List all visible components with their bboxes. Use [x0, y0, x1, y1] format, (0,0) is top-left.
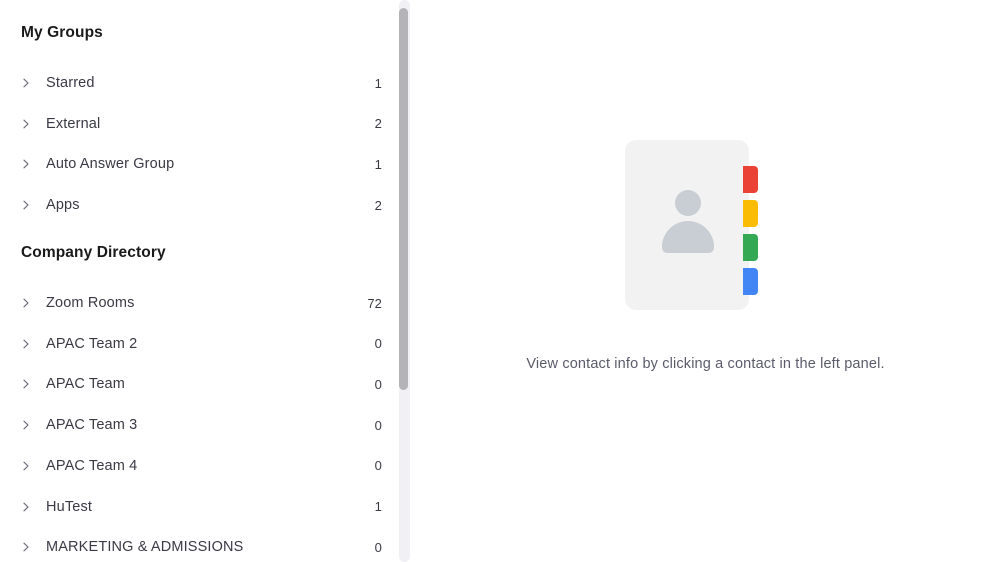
- group-label: Zoom Rooms: [46, 295, 135, 311]
- group-row[interactable]: Starred 1: [0, 69, 398, 97]
- group-label: APAC Team: [46, 376, 125, 393]
- group-member-count: 0: [374, 417, 382, 433]
- group-member-count: 1: [374, 75, 382, 91]
- group-member-count: 2: [374, 116, 382, 132]
- card-tab-yellow-icon: [742, 200, 758, 227]
- group-row[interactable]: APAC Team 4 0: [0, 452, 398, 480]
- group-row[interactable]: External 2: [0, 110, 398, 138]
- chevron-right-icon[interactable]: [20, 338, 32, 350]
- group-row[interactable]: Apps 2: [0, 191, 398, 219]
- group-row[interactable]: HuTest 1: [0, 493, 398, 521]
- chevron-right-icon[interactable]: [20, 77, 32, 89]
- person-icon: [660, 190, 716, 256]
- group-row[interactable]: APAC Team 2 0: [0, 330, 398, 358]
- chevron-right-icon[interactable]: [20, 460, 32, 472]
- group-member-count: 2: [374, 197, 382, 213]
- group-label: Apps: [46, 197, 80, 214]
- group-member-count: 72: [367, 295, 382, 311]
- empty-state: View contact info by clicking a contact …: [411, 140, 1000, 372]
- group-member-count: 1: [374, 499, 382, 514]
- chevron-right-icon[interactable]: [20, 199, 32, 211]
- empty-state-message: View contact info by clicking a contact …: [526, 356, 885, 372]
- chevron-right-icon[interactable]: [20, 297, 32, 309]
- group-row[interactable]: APAC Team 3 0: [0, 411, 398, 439]
- group-label: APAC Team 3: [46, 417, 138, 434]
- chevron-right-icon[interactable]: [20, 158, 32, 170]
- chevron-right-icon[interactable]: [20, 419, 32, 431]
- group-member-count: 0: [374, 376, 382, 392]
- chevron-right-icon[interactable]: [20, 118, 32, 130]
- group-label: MARKETING & ADMISSIONS: [46, 539, 244, 556]
- group-label: External: [46, 115, 101, 132]
- group-label: Starred: [46, 75, 95, 91]
- group-label: HuTest: [46, 498, 93, 515]
- group-list[interactable]: My Groups Starred 1 External 2 Auto Answer Gr…: [0, 0, 398, 562]
- group-member-count: 1: [374, 156, 382, 172]
- section-header-company-directory: Company Directory: [21, 244, 166, 261]
- group-member-count: 0: [374, 539, 382, 555]
- card-tab-red-icon: [742, 166, 758, 193]
- card-tab-green-icon: [742, 234, 758, 261]
- group-member-count: 0: [374, 458, 382, 474]
- group-member-count: 0: [374, 336, 382, 352]
- group-row[interactable]: Auto Answer Group 1: [0, 150, 398, 178]
- group-row[interactable]: MARKETING & ADMISSIONS 0: [0, 533, 398, 561]
- contact-card-icon: [624, 140, 775, 320]
- chevron-right-icon[interactable]: [20, 501, 32, 513]
- person-body-shape: [661, 221, 714, 253]
- person-head-shape: [674, 190, 701, 216]
- section-header-my-groups: My Groups: [21, 24, 103, 41]
- chevron-right-icon[interactable]: [20, 541, 32, 553]
- contact-card-tabs: [742, 166, 758, 296]
- group-label: APAC Team 2: [46, 335, 138, 352]
- group-label: Auto Answer Group: [46, 156, 175, 173]
- chevron-right-icon[interactable]: [20, 378, 32, 390]
- contacts-page: My Groups Starred 1 External 2 Auto Answer Gr…: [0, 0, 1000, 562]
- card-tab-blue-icon: [742, 268, 758, 295]
- sidebar-scrollbar[interactable]: [398, 0, 411, 562]
- contact-detail-panel: View contact info by clicking a contact …: [411, 0, 1000, 562]
- group-row[interactable]: APAC Team 0: [0, 370, 398, 398]
- group-row[interactable]: Zoom Rooms 72: [0, 289, 398, 317]
- sidebar-scrollbar-thumb[interactable]: [399, 8, 408, 390]
- group-label: APAC Team 4: [46, 457, 138, 474]
- groups-sidebar: My Groups Starred 1 External 2 Auto Answer Gr…: [0, 0, 411, 562]
